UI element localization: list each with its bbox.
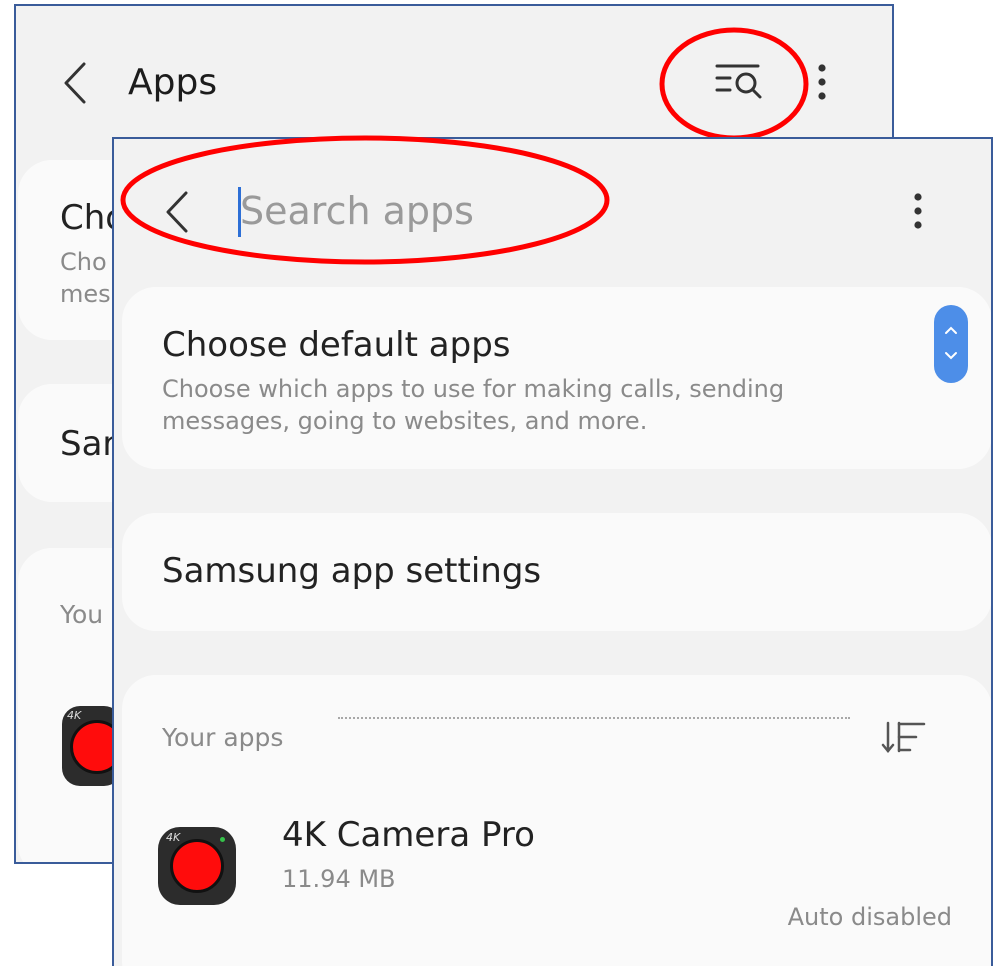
card-title: Samsung app settings (162, 551, 542, 591)
card-title: Sar (60, 424, 117, 464)
section-divider (338, 717, 850, 719)
chevron-up-icon (945, 326, 957, 334)
choose-default-apps-card[interactable]: Choose default apps Choose which apps to… (122, 287, 991, 469)
fast-scroll-handle[interactable] (934, 305, 968, 383)
annotation-ellipse (120, 135, 610, 265)
sort-icon[interactable] (880, 719, 928, 755)
your-apps-card: Your apps 4K Camera Pro 11.94 MB Auto di… (122, 675, 991, 966)
card-subtitle: Choose which apps to use for making call… (162, 375, 785, 403)
more-options-icon[interactable] (910, 191, 926, 233)
annotation-circle (659, 27, 809, 141)
app-size: 11.94 MB (282, 865, 396, 893)
card-subtitle: Cho (60, 248, 107, 276)
section-label: You (60, 600, 104, 629)
section-label: Your apps (162, 723, 284, 752)
back-arrow-icon[interactable] (60, 60, 90, 106)
app-name: 4K Camera Pro (282, 815, 535, 855)
card-subtitle: mes (60, 280, 111, 308)
samsung-app-settings-card[interactable]: Samsung app settings (122, 513, 991, 631)
card-subtitle: messages, going to websites, and more. (162, 407, 648, 435)
app-status: Auto disabled (787, 903, 952, 931)
camera-app-icon[interactable]: 4K (158, 827, 236, 905)
chevron-down-icon (945, 352, 957, 360)
more-options-icon[interactable] (814, 62, 830, 104)
card-title: Choose default apps (162, 325, 511, 365)
status-dot (220, 837, 225, 842)
page-title: Apps (128, 62, 218, 103)
